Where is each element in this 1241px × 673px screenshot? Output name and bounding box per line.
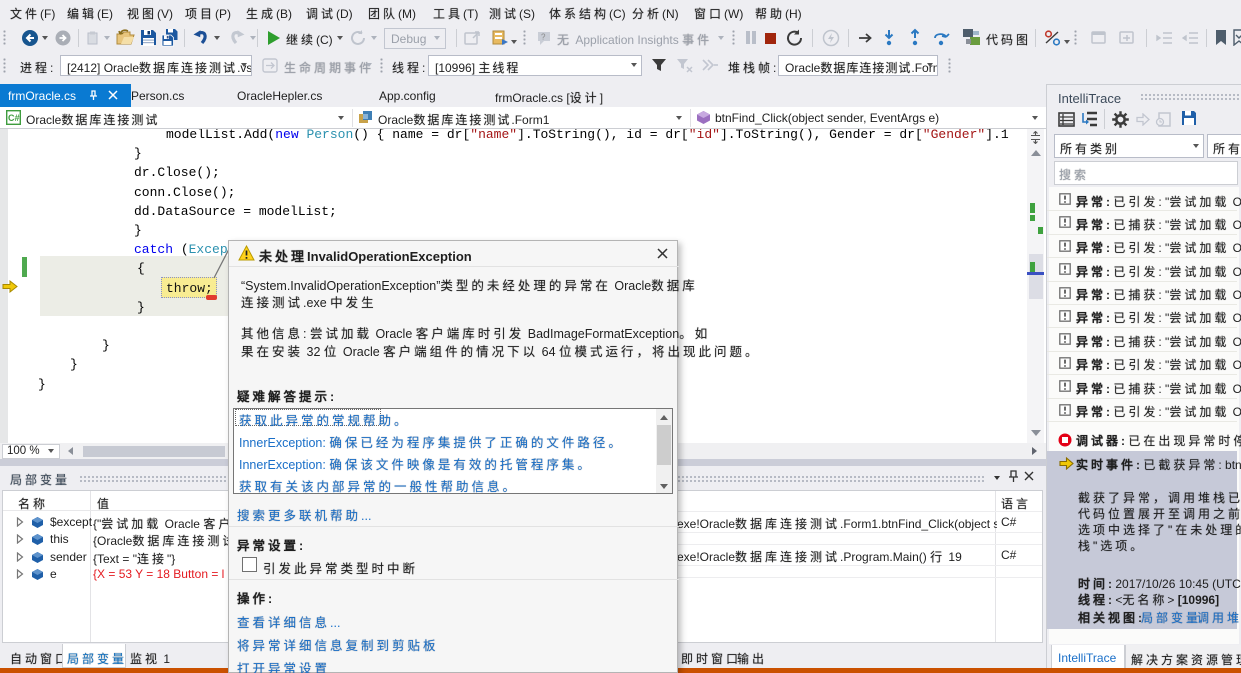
svg-text:?: ? bbox=[541, 33, 546, 42]
svg-text:C#: C# bbox=[8, 113, 20, 123]
